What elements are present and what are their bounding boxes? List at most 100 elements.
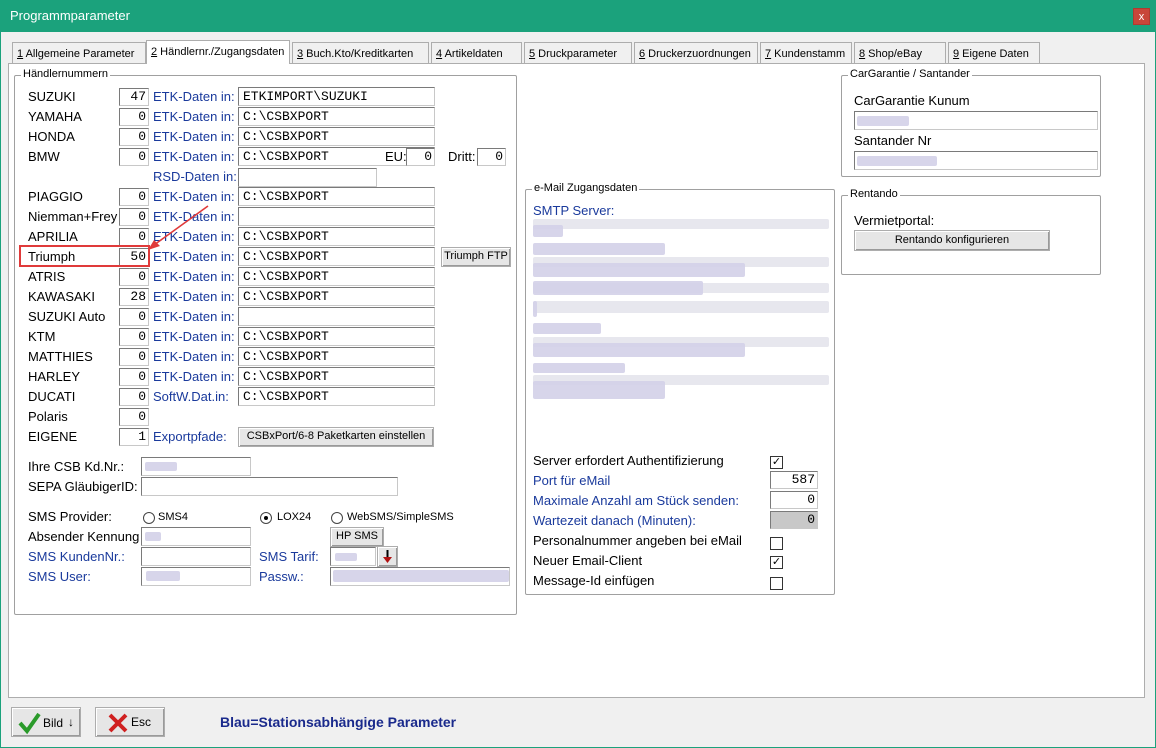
eu-label: EU: — [385, 149, 407, 164]
eu-input[interactable]: 0 — [406, 148, 435, 166]
csb-label: Ihre CSB Kd.Nr.: — [28, 459, 125, 474]
etk-label-suzuki: ETK-Daten in: — [153, 89, 235, 104]
etk-label-ktm: ETK-Daten in: — [153, 329, 235, 344]
dealer-name-honda: HONDA — [28, 129, 75, 144]
etk-path-harley[interactable]: C:\CSBXPORT — [238, 367, 435, 386]
etk-label-atris: ETK-Daten in: — [153, 269, 235, 284]
etk-path-matthies[interactable]: C:\CSBXPORT — [238, 347, 435, 366]
dealer-number-yamaha[interactable]: 0 — [119, 108, 149, 126]
kunum-label: CarGarantie Kunum — [854, 93, 970, 108]
dealer-number-honda[interactable]: 0 — [119, 128, 149, 146]
sms-tarif-label: SMS Tarif: — [259, 549, 319, 564]
tab-haendlernr-zugangsdaten[interactable]: 2 Händlernr./Zugangsdaten — [146, 40, 290, 64]
sender-label: Absender Kennung — [28, 529, 140, 544]
ok-button[interactable]: Bild ↓ — [11, 707, 81, 737]
dealer-number-bmw[interactable]: 0 — [119, 148, 149, 166]
sender-input[interactable] — [141, 527, 251, 546]
etk-path-aprilia[interactable]: C:\CSBXPORT — [238, 227, 435, 246]
personal-label: Personalnummer angeben bei eMail — [533, 533, 742, 548]
new-client-checkbox[interactable]: ✓ — [770, 556, 783, 569]
dealer-name-matthies: MATTHIES — [28, 349, 93, 364]
dritt-label: Dritt: — [448, 149, 476, 164]
dritt-input[interactable]: 0 — [477, 148, 506, 166]
etk-path-kawasaki[interactable]: C:\CSBXPORT — [238, 287, 435, 306]
tarif-dropdown-button[interactable] — [377, 546, 398, 567]
sepa-input[interactable] — [141, 477, 398, 496]
santander-label: Santander Nr — [854, 133, 932, 148]
tab-kundenstamm[interactable]: 7 Kundenstamm — [760, 42, 852, 63]
sms-user-input[interactable] — [141, 567, 251, 586]
dealer-number-matthies[interactable]: 0 — [119, 348, 149, 366]
smtp-label: SMTP Server: — [533, 203, 615, 218]
port-input[interactable]: 587 — [770, 471, 818, 489]
max-send-input[interactable]: 0 — [770, 491, 818, 509]
etk-path-yamaha[interactable]: C:\CSBXPORT — [238, 107, 435, 126]
tab-eigene-daten[interactable]: 9 Eigene Daten — [948, 42, 1040, 63]
tab-buch-kto-kreditkarten[interactable]: 3 Buch.Kto/Kreditkarten — [292, 42, 429, 63]
dealer-name-polaris: Polaris — [28, 409, 68, 424]
etk-path-ducati[interactable]: C:\CSBXPORT — [238, 387, 435, 406]
tab-allgemeine-parameter[interactable]: 1 Allgemeine Parameter — [12, 42, 146, 63]
sms-kunden-input[interactable] — [141, 547, 251, 566]
etk-path-honda[interactable]: C:\CSBXPORT — [238, 127, 435, 146]
rsd-path-input[interactable] — [238, 168, 377, 187]
etk-path-triumph[interactable]: C:\CSBXPORT — [238, 247, 435, 266]
dealer-name-piaggio: PIAGGIO — [28, 189, 83, 204]
dealer-number-atris[interactable]: 0 — [119, 268, 149, 286]
tab-shop-ebay[interactable]: 8 Shop/eBay — [854, 42, 946, 63]
redacted — [533, 343, 745, 357]
santander-input[interactable] — [854, 151, 1098, 170]
etk-label-bmw: ETK-Daten in: — [153, 149, 235, 164]
etk-path-niemman-frey[interactable] — [238, 207, 435, 226]
dealer-number-kawasaki[interactable]: 28 — [119, 288, 149, 306]
redacted — [533, 301, 537, 317]
triumph-ftp-button[interactable]: Triumph FTP — [441, 247, 511, 267]
smtp-settings-redacted[interactable] — [533, 219, 829, 401]
redacted — [533, 219, 829, 229]
wait-input: 0 — [770, 511, 818, 529]
tab-druckerzuordnungen[interactable]: 6 Druckerzuordnungen — [634, 42, 758, 63]
export-paths-button[interactable]: CSBxPort/6-8 Paketkarten einstellen — [238, 427, 434, 447]
personal-checkbox[interactable] — [770, 537, 783, 550]
dealer-number-polaris[interactable]: 0 — [119, 408, 149, 426]
dealer-number-ktm[interactable]: 0 — [119, 328, 149, 346]
csb-input[interactable] — [141, 457, 251, 476]
dealer-number-harley[interactable]: 0 — [119, 368, 149, 386]
redacted — [335, 553, 357, 561]
new-client-label: Neuer Email-Client — [533, 553, 643, 568]
hp-sms-button[interactable]: HP SMS — [330, 527, 384, 547]
etk-path-suzuki-auto[interactable] — [238, 307, 435, 326]
sms-tarif-input[interactable] — [330, 547, 376, 566]
tab-druckparameter[interactable]: 5 Druckparameter — [524, 42, 632, 63]
etk-path-ktm[interactable]: C:\CSBXPORT — [238, 327, 435, 346]
radio-websms[interactable] — [331, 512, 343, 524]
dealer-number-suzuki[interactable]: 47 — [119, 88, 149, 106]
rentando-config-button[interactable]: Rentando konfigurieren — [854, 230, 1050, 251]
radio-sms4[interactable] — [143, 512, 155, 524]
group-title: Rentando — [848, 188, 900, 200]
legend-note: Blau=Stationsabhängige Parameter — [220, 714, 457, 730]
auth-checkbox[interactable]: ✓ — [770, 456, 783, 469]
title-bar: Programmparameter x — [0, 0, 1156, 32]
dealer-name-suzuki-auto: SUZUKI Auto — [28, 309, 106, 324]
redacted — [533, 363, 625, 373]
max-send-label: Maximale Anzahl am Stück senden: — [533, 493, 739, 508]
dealer-number-ducati[interactable]: 0 — [119, 388, 149, 406]
message-id-checkbox[interactable] — [770, 577, 783, 590]
radio-lox24[interactable] — [260, 512, 272, 524]
dealer-number-suzuki-auto[interactable]: 0 — [119, 308, 149, 326]
redacted — [857, 116, 909, 126]
etk-label-ducati: SoftW.Dat.in: — [153, 389, 229, 404]
esc-label: Esc — [131, 715, 152, 729]
etk-path-suzuki[interactable]: ETKIMPORT\SUZUKI — [238, 87, 435, 106]
kunum-input[interactable] — [854, 111, 1098, 130]
arrow-down-icon — [383, 550, 392, 563]
esc-button[interactable]: Esc — [95, 707, 165, 737]
password-input[interactable] — [330, 567, 510, 586]
close-button[interactable]: x — [1133, 8, 1150, 25]
etk-path-atris[interactable]: C:\CSBXPORT — [238, 267, 435, 286]
etk-path-piaggio[interactable]: C:\CSBXPORT — [238, 187, 435, 206]
dealer-number-eigene[interactable]: 1 — [119, 428, 149, 446]
tab-artikeldaten[interactable]: 4 Artikeldaten — [431, 42, 522, 63]
dealer-name-suzuki: SUZUKI — [28, 89, 76, 104]
